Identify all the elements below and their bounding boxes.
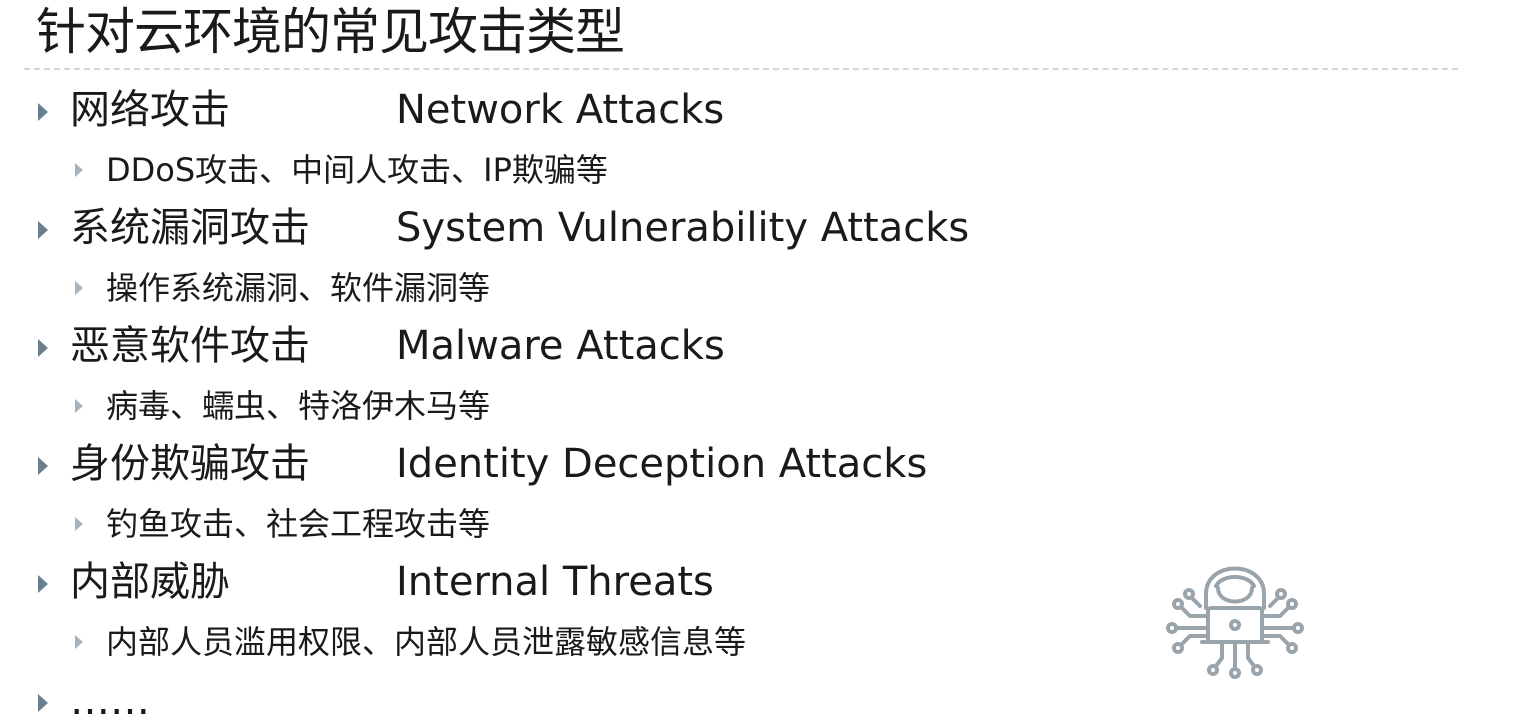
triangle-bullet-icon — [38, 694, 48, 712]
triangle-bullet-icon — [75, 163, 83, 177]
attack-examples: 内部人员滥用权限、内部人员泄露敏感信息等 — [106, 623, 747, 661]
attack-type-zh: 身份欺骗攻击 — [70, 441, 310, 487]
attack-type-zh: 恶意软件攻击 — [70, 323, 310, 369]
triangle-bullet-icon — [75, 517, 83, 531]
attack-examples: 病毒、蠕虫、特洛伊木马等 — [106, 387, 491, 425]
triangle-bullet-icon — [38, 103, 48, 121]
attack-type-en: Network Attacks — [396, 87, 725, 133]
triangle-bullet-icon — [38, 221, 48, 239]
hacker-laptop-icon — [1166, 566, 1304, 679]
triangle-bullet-icon — [75, 281, 83, 295]
triangle-bullet-icon — [75, 399, 83, 413]
attack-examples: 操作系统漏洞、软件漏洞等 — [106, 269, 491, 307]
attack-type-zh: 内部威胁 — [70, 559, 230, 605]
attack-examples: DDoS攻击、中间人攻击、IP欺骗等 — [106, 151, 608, 189]
attack-type-en: Internal Threats — [396, 559, 714, 605]
attack-type-en: Identity Deception Attacks — [396, 441, 928, 487]
attack-type-zh: 系统漏洞攻击 — [70, 205, 310, 251]
title-divider — [24, 68, 1458, 70]
attack-examples: 钓鱼攻击、社会工程攻击等 — [106, 505, 491, 543]
attack-type-zh: 网络攻击 — [70, 87, 230, 133]
page-title: 针对云环境的常见攻击类型 — [36, 3, 625, 61]
attack-type-en: System Vulnerability Attacks — [396, 205, 970, 251]
triangle-bullet-icon — [38, 339, 48, 357]
triangle-bullet-icon — [75, 635, 83, 649]
triangle-bullet-icon — [38, 457, 48, 475]
attack-type-en: Malware Attacks — [396, 323, 725, 369]
triangle-bullet-icon — [38, 575, 48, 593]
more-ellipsis: …… — [70, 678, 150, 724]
